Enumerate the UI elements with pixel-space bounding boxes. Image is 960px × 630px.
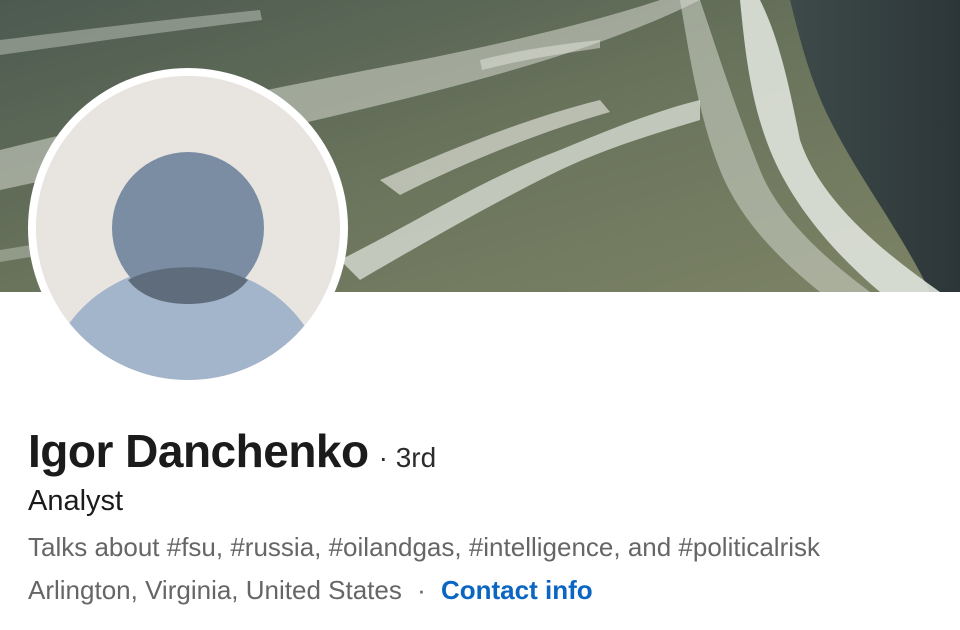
profile-name: Igor Danchenko [28, 425, 369, 477]
profile-location: Arlington, Virginia, United States [28, 575, 402, 605]
contact-info-link[interactable]: Contact info [441, 575, 593, 605]
profile-avatar[interactable] [36, 76, 340, 380]
profile-headline: Analyst [28, 485, 124, 517]
location-row: Arlington, Virginia, United States · Con… [28, 575, 593, 606]
name-row: Igor Danchenko · 3rd [28, 424, 436, 484]
connection-degree: · 3rd [378, 442, 437, 473]
location-separator: · [417, 575, 426, 605]
default-person-avatar-icon [36, 76, 340, 380]
talks-about: Talks about #fsu, #russia, #oilandgas, #… [28, 532, 821, 562]
